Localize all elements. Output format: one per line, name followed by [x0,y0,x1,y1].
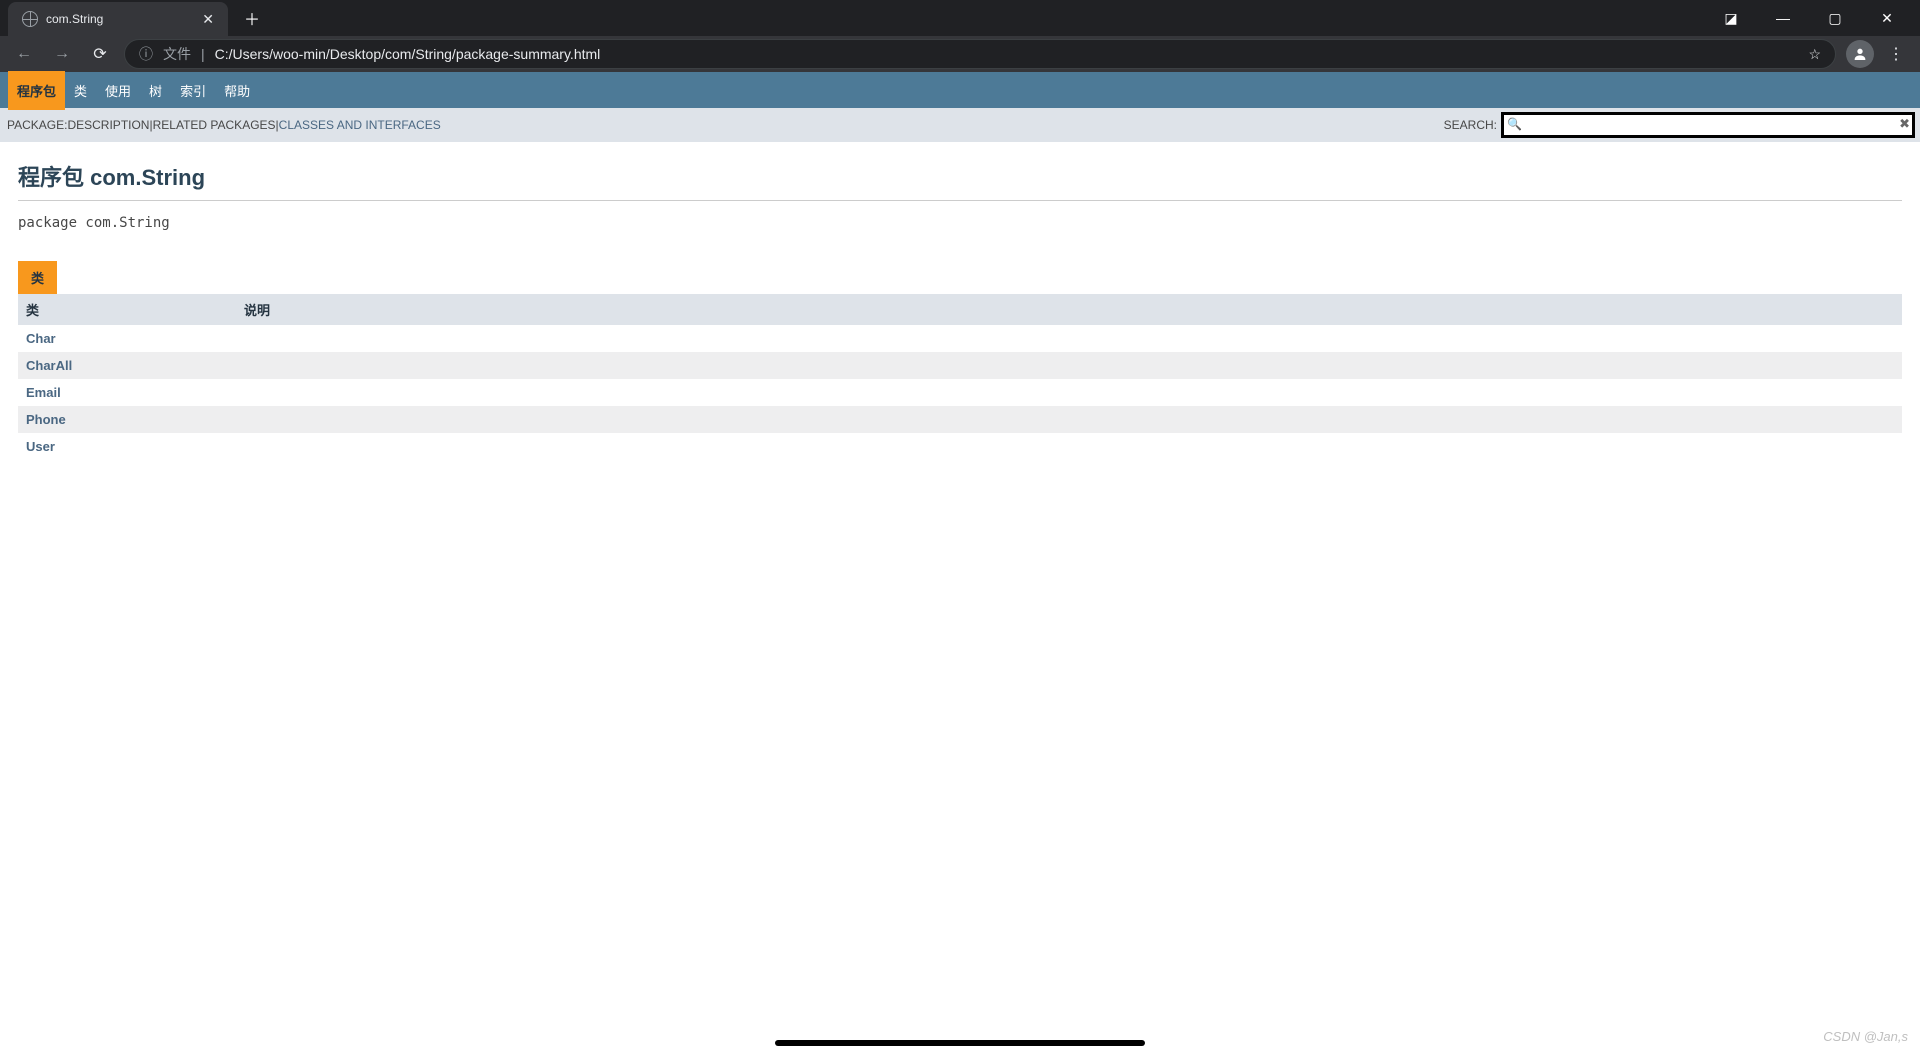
subnav-classes[interactable]: CLASSES AND INTERFACES [279,118,441,132]
reload-button[interactable]: ⟳ [86,40,114,68]
class-desc [236,433,1902,460]
subnav-prefix: PACKAGE: [7,118,67,132]
table-row: User [18,433,1902,460]
class-link[interactable]: User [26,439,55,454]
main-content: 程序包 com.String package com.String 类 类 说明… [0,142,1920,478]
addr-url: C:/Users/woo-min/Desktop/com/String/pack… [215,46,601,62]
class-desc [236,406,1902,433]
forward-button[interactable]: → [48,40,76,68]
class-link[interactable]: Char [26,331,56,346]
browser-tab[interactable]: com.String ✕ [8,2,228,36]
taskbar-handle [775,1040,1145,1046]
clear-search-icon[interactable]: ✖ [1899,116,1910,132]
class-desc [236,325,1902,352]
search-icon: 🔍 [1507,117,1522,131]
close-tab-icon[interactable]: ✕ [202,11,214,28]
addr-sep: | [201,46,205,62]
nav-index[interactable]: 索引 [171,71,215,110]
subnav-description[interactable]: DESCRIPTION [67,118,149,132]
subnav-related[interactable]: RELATED PACKAGES [153,118,276,132]
back-button[interactable]: ← [10,40,38,68]
star-icon[interactable]: ☆ [1808,46,1821,63]
search-input[interactable] [1503,114,1913,136]
nav-use[interactable]: 使用 [96,71,140,110]
col-desc: 说明 [236,294,1902,325]
col-class: 类 [18,294,236,325]
window-controls: ◪ — ▢ ✕ [1708,0,1920,36]
watermark: CSDN @Jan,s [1823,1029,1908,1044]
class-link[interactable]: Phone [26,412,66,427]
minimize-button[interactable]: — [1760,2,1806,34]
package-declaration: package com.String [18,215,1902,231]
class-link[interactable]: CharAll [26,358,72,373]
table-row: Email [18,379,1902,406]
close-window-button[interactable]: ✕ [1864,2,1910,34]
javadoc-subnav: PACKAGE: DESCRIPTION | RELATED PACKAGES … [0,108,1920,142]
address-bar[interactable]: ⓘ 文件 | C:/Users/woo-min/Desktop/com/Stri… [124,39,1836,69]
menu-button[interactable]: ⋮ [1882,40,1910,68]
info-icon: ⓘ [139,44,153,64]
search-block: SEARCH: 🔍 ✖ [1444,114,1913,136]
class-desc [236,379,1902,406]
tab-title: com.String [46,12,103,26]
class-desc [236,352,1902,379]
table-row: CharAll [18,352,1902,379]
toolbar-right: ⋮ [1846,40,1910,68]
addr-prefix: 文件 [163,44,191,64]
class-summary-table: 类 说明 Char CharAll Email Phone User [18,294,1902,460]
page-title: 程序包 com.String [18,160,1902,201]
table-row: Char [18,325,1902,352]
title-prefix: 程序包 [18,165,90,190]
nav-help[interactable]: 帮助 [215,71,259,110]
browser-chrome: com.String ✕ ＋ ◪ — ▢ ✕ ← → ⟳ ⓘ 文件 | C:/U… [0,0,1920,72]
new-tab-button[interactable]: ＋ [238,0,266,36]
type-tab-header: 类 [18,261,1902,294]
title-name: com.String [90,165,205,190]
javadoc-navbar: 程序包 类 使用 树 索引 帮助 [0,72,1920,108]
search-label: SEARCH: [1444,118,1497,132]
profile-button[interactable] [1846,40,1874,68]
globe-icon [22,11,38,27]
nav-class[interactable]: 类 [65,71,96,110]
nav-tree[interactable]: 树 [140,71,171,110]
tab-strip: com.String ✕ ＋ ◪ — ▢ ✕ [0,0,1920,36]
search-wrap: 🔍 ✖ [1503,114,1913,136]
extension-icon[interactable]: ◪ [1708,2,1754,34]
maximize-button[interactable]: ▢ [1812,2,1858,34]
type-tab-classes[interactable]: 类 [18,261,57,294]
browser-toolbar: ← → ⟳ ⓘ 文件 | C:/Users/woo-min/Desktop/co… [0,36,1920,72]
table-row: Phone [18,406,1902,433]
nav-package[interactable]: 程序包 [8,71,65,110]
class-link[interactable]: Email [26,385,61,400]
